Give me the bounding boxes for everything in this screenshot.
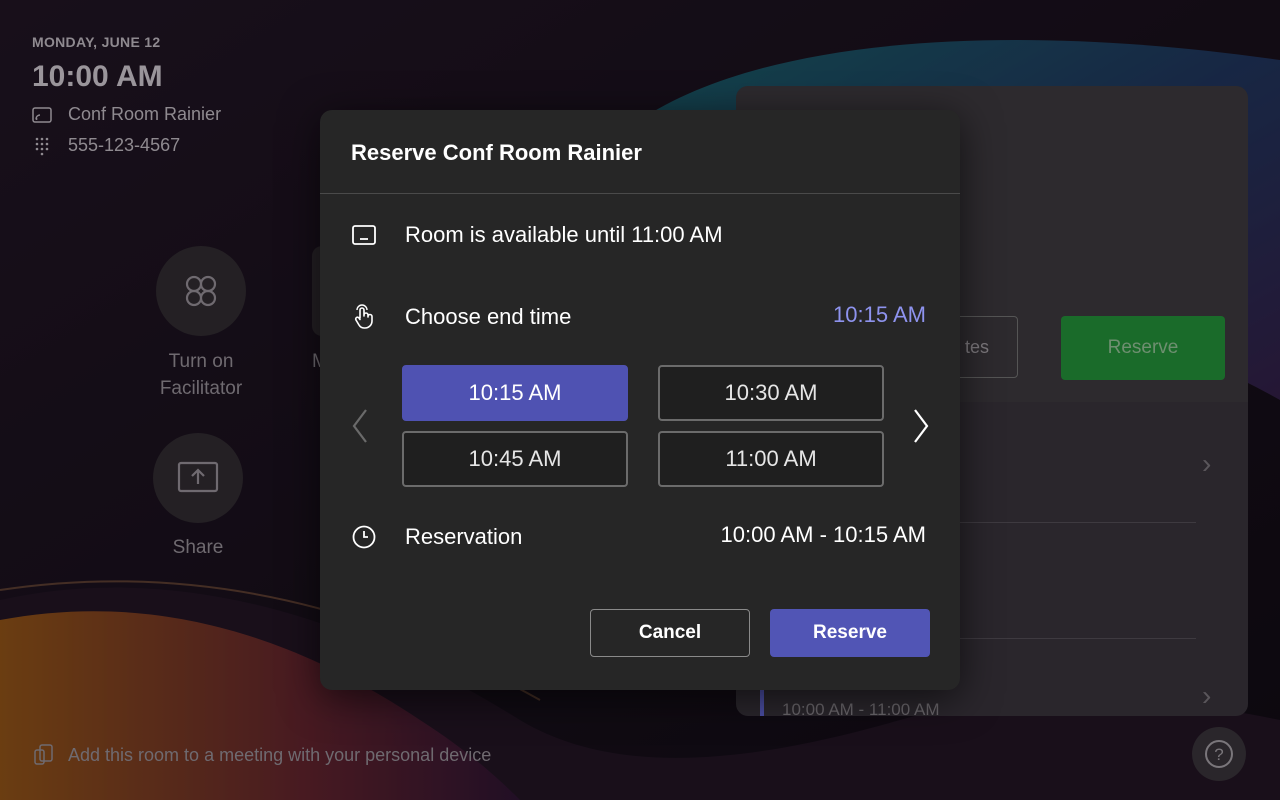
prev-slots-button[interactable] [345,406,375,446]
availability-text: Room is available until 11:00 AM [405,222,723,247]
help-button[interactable]: ? [1192,727,1246,781]
chevron-left-icon [352,409,367,443]
dialog-title: Reserve Conf Room Rainier [351,140,642,165]
reservation-label: Reservation [405,524,523,549]
time-slot-2[interactable]: 10:30 AM [658,365,884,421]
clock-icon [352,525,376,549]
facilitator-button[interactable] [156,246,246,336]
dialog-divider [320,193,960,194]
room-display-icon [352,225,376,245]
share-screen-icon [177,461,219,493]
display-icon [32,106,52,123]
time-slot-1[interactable]: 10:15 AM [402,365,628,421]
share-button[interactable] [153,433,243,523]
footer-text: Add this room to a meeting with your per… [68,744,492,765]
next-slots-button[interactable] [906,406,936,446]
room-info: MONDAY, JUNE 12 10:00 AM Conf Room Raini… [32,34,221,156]
svg-text:?: ? [1214,745,1223,764]
room-phone: 555-123-4567 [68,135,181,155]
help-icon: ? [1205,740,1233,768]
facilitator-icon [185,275,217,307]
choose-end-label: Choose end time [405,304,572,329]
date-label: MONDAY, JUNE 12 [32,34,161,50]
panel-reserve-button[interactable]: Reserve [1061,316,1225,380]
room-name: Conf Room Rainier [68,104,222,124]
meeting-time: 10:00 AM - 11:00 AM [782,700,940,716]
personal-device-hint[interactable]: Add this room to a meeting with your per… [34,744,491,766]
chevron-right-icon[interactable]: › [1202,448,1211,480]
chevron-right-icon[interactable]: › [1202,680,1211,712]
choose-end-row: Choose end time [351,304,571,330]
time-slot-4[interactable]: 11:00 AM [658,431,884,487]
availability-row: Room is available until 11:00 AM [351,222,723,248]
reservation-value: 10:00 AM - 10:15 AM [720,522,926,547]
reservation-row: Reservation [351,524,522,550]
reserve-button[interactable]: Reserve [770,609,930,657]
clock-time: 10:00 AM [32,60,163,93]
selected-end-time: 10:15 AM [833,302,926,327]
time-slot-3[interactable]: 10:45 AM [402,431,628,487]
personal-device-icon [34,744,53,765]
reserve-dialog: Reserve Conf Room Rainier Room is availa… [320,110,960,690]
cancel-button[interactable]: Cancel [590,609,750,657]
chevron-right-icon [914,409,929,443]
touch-hand-icon [354,304,373,329]
facilitator-label: Turn on Facilitator [159,351,243,399]
share-label: Share [172,537,224,558]
dialpad-icon [35,137,49,155]
